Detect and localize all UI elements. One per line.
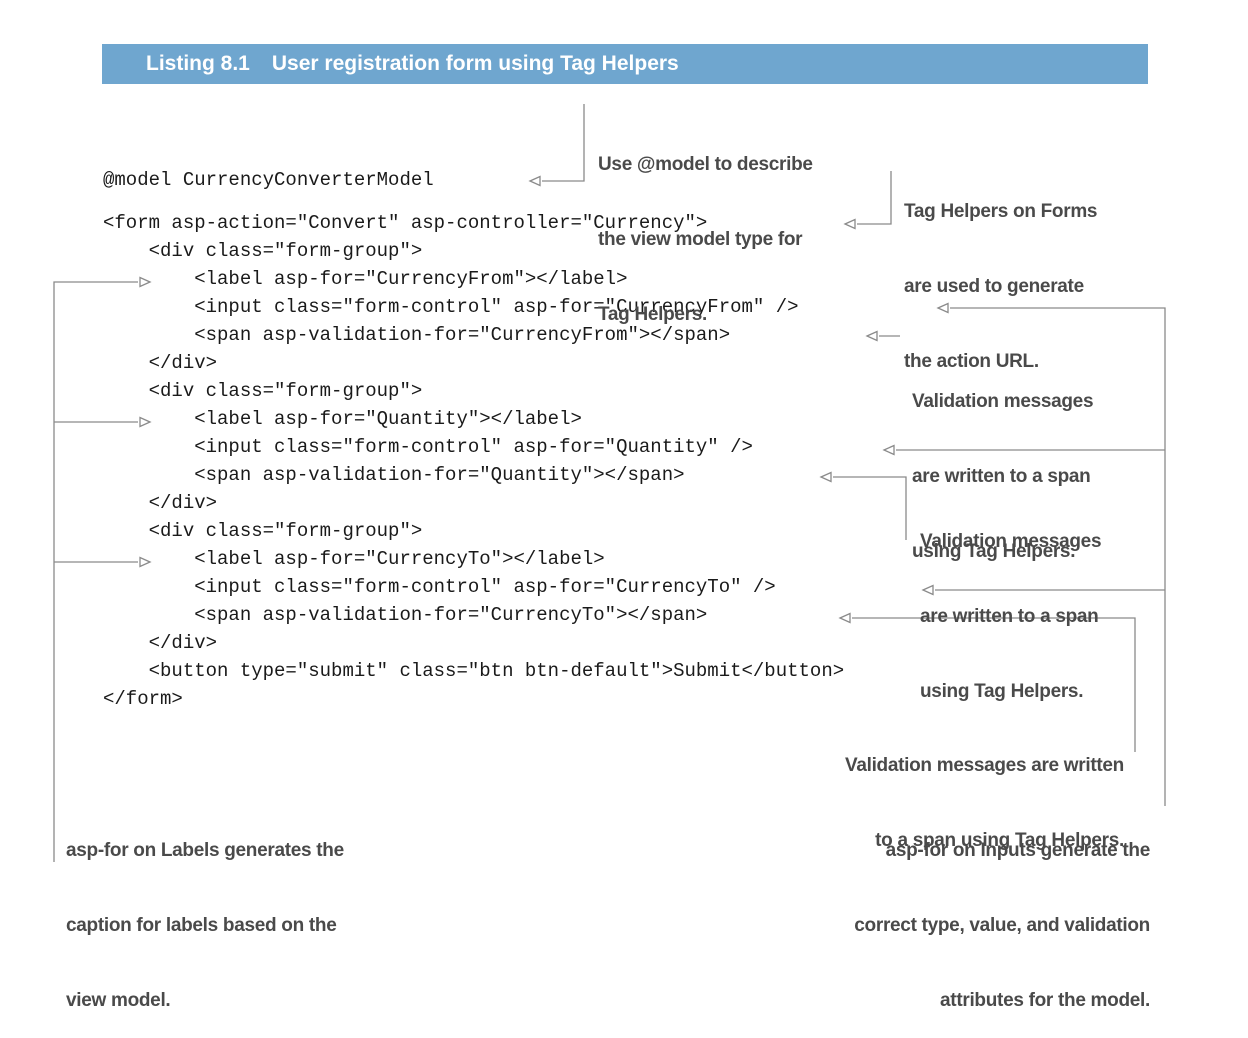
callout-form-line [857, 171, 892, 225]
annotation-inputs: asp-for on Inputs generate the correct t… [854, 840, 1150, 1011]
callout-validation-3-arrowhead [838, 612, 851, 624]
annotation-labels: asp-for on Labels generates the caption … [66, 840, 344, 1011]
callout-validation-2-arrowhead [819, 471, 832, 483]
callout-input-quantity-arrowhead [882, 444, 895, 456]
annotation-model: Use @model to describe the view model ty… [598, 154, 813, 325]
callout-label-currencyto-arrowhead [139, 556, 152, 568]
callout-labels-bracket [53, 281, 138, 862]
callout-form-arrowhead [843, 218, 856, 230]
callout-validation-1-arrowhead [865, 330, 878, 342]
callout-label-quantity-arrowhead [139, 416, 152, 428]
callout-validation-2-line [833, 476, 907, 540]
callout-model-line [542, 104, 585, 182]
callout-model-arrowhead [528, 175, 541, 187]
callout-label-currencyfrom-arrowhead [139, 276, 152, 288]
annotation-validation-2: Validation messages are written to a spa… [920, 531, 1102, 702]
